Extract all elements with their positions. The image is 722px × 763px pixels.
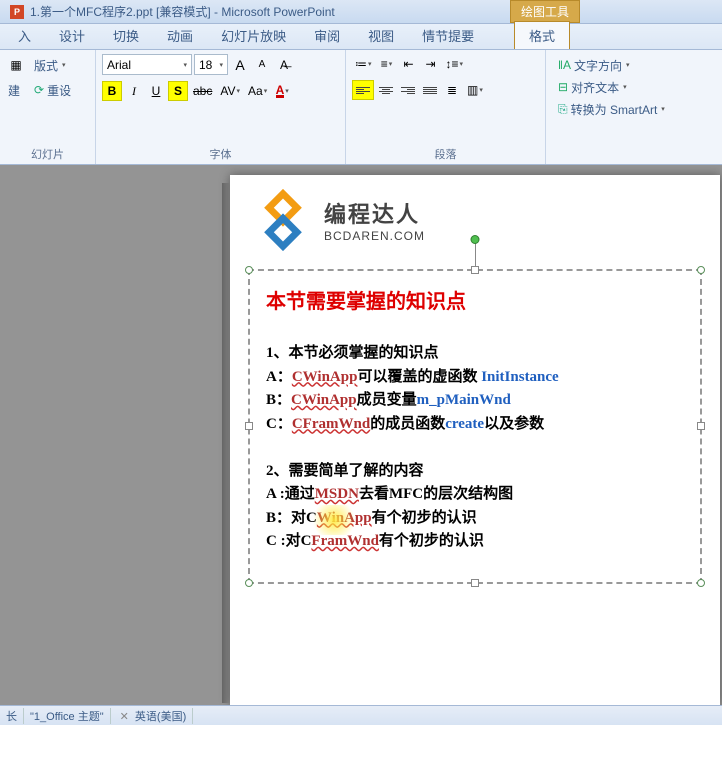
grow-font-button[interactable]: A [230, 55, 250, 75]
group-slides: ▦ 版式▾ 建 ⟳重设 幻灯片 [0, 50, 96, 164]
group-font: Arial▾ 18▾ A A A̶ B I U S abc AV▾ Aa▾ A▾… [96, 50, 346, 164]
slide-title: 本节需要掌握的知识点 [266, 285, 684, 314]
tab-review[interactable]: 审阅 [300, 22, 354, 49]
status-bar: 长 "1_Office 主题" ✕ 英语(美国) [0, 705, 722, 725]
chevron-down-icon: ▾ [219, 61, 223, 69]
build-button[interactable]: 建 [6, 79, 26, 101]
status-language[interactable]: ✕ 英语(美国) [111, 708, 194, 724]
font-name-select[interactable]: Arial▾ [102, 54, 192, 75]
text-direction-button[interactable]: ‖A文字方向▾ [552, 54, 636, 76]
bullets-button[interactable]: ≔▾ [352, 54, 375, 74]
numbering-button[interactable]: ≡▾ [377, 54, 397, 74]
columns-button[interactable]: ▥▾ [464, 80, 486, 100]
ribbon-tabs: 入 设计 切换 动画 幻灯片放映 审阅 视图 情节提要 格式 [0, 24, 722, 50]
chevron-down-icon: ▾ [264, 87, 268, 95]
tab-format[interactable]: 格式 [514, 21, 570, 49]
group-text-layout: ‖A文字方向▾ ⊟对齐文本▾ ⎘转换为 SmartArt▾ [546, 50, 716, 164]
status-left: 长 [0, 708, 24, 724]
align-left-button[interactable] [352, 80, 374, 100]
textbox-selected[interactable]: 本节需要掌握的知识点 1、本节必须掌握的知识点 A：CWinApp可以覆盖的虚函… [248, 269, 702, 584]
rotate-handle[interactable] [471, 235, 480, 244]
new-slide-icon[interactable]: ▦ [6, 55, 26, 75]
chevron-down-icon: ▾ [460, 60, 464, 68]
smartart-button[interactable]: ⎘转换为 SmartArt▾ [552, 98, 671, 120]
resize-handle-n[interactable] [471, 266, 479, 274]
chevron-down-icon: ▾ [183, 61, 187, 69]
align-text-button[interactable]: ⊟对齐文本▾ [552, 76, 633, 98]
slide-canvas[interactable]: 编程达人 BCDAREN.COM 本节需要掌握的知识点 1、本节必须掌握的知识点… [0, 165, 722, 725]
drawing-tools-tab-header: 绘图工具 [510, 0, 580, 23]
chevron-down-icon: ▾ [661, 105, 665, 113]
logo-text-en: BCDAREN.COM [324, 229, 425, 243]
font-color-button[interactable]: A▾ [272, 81, 292, 101]
shrink-font-button[interactable]: A [252, 55, 272, 75]
chevron-down-icon: ▾ [285, 87, 289, 95]
font-size-select[interactable]: 18▾ [194, 54, 228, 75]
align-center-button[interactable] [376, 80, 396, 100]
tab-transition[interactable]: 切换 [99, 22, 153, 49]
logo-text-cn: 编程达人 [324, 197, 425, 229]
strike-button[interactable]: abc [190, 81, 215, 101]
resize-handle-nw[interactable] [245, 266, 253, 274]
chevron-down-icon: ▾ [626, 61, 630, 69]
chevron-down-icon: ▾ [623, 83, 627, 91]
titlebar: P 1.第一个MFC程序2.ppt [兼容模式] - Microsoft Pow… [0, 0, 722, 24]
group-paragraph: ≔▾ ≡▾ ⇤ ⇥ ↕≡▾ ≣ ▥▾ 段落 [346, 50, 546, 164]
align-right-button[interactable] [398, 80, 418, 100]
chevron-down-icon: ▾ [368, 60, 372, 68]
tab-story[interactable]: 情节提要 [408, 22, 488, 49]
group-label-font: 字体 [102, 146, 339, 164]
line-spacing-button[interactable]: ↕≡▾ [443, 54, 467, 74]
tab-design[interactable]: 设计 [45, 22, 99, 49]
resize-handle-sw[interactable] [245, 579, 253, 587]
shadow-button[interactable]: S [168, 81, 188, 101]
italic-button[interactable]: I [124, 81, 144, 101]
tab-animation[interactable]: 动画 [153, 22, 207, 49]
chevron-down-icon: ▾ [62, 61, 66, 69]
chevron-down-icon: ▾ [479, 86, 483, 94]
char-spacing-button[interactable]: AV▾ [217, 81, 243, 101]
reset-button[interactable]: ⟳重设 [28, 79, 77, 101]
resize-handle-e[interactable] [697, 422, 705, 430]
layout-button[interactable]: 版式▾ [28, 54, 72, 76]
tab-insert[interactable]: 入 [4, 22, 45, 49]
change-case-button[interactable]: Aa▾ [245, 81, 270, 101]
group-label-paragraph: 段落 [352, 146, 539, 164]
close-icon[interactable]: ✕ [117, 711, 132, 723]
slide-content: 1、本节必须掌握的知识点 A：CWinApp可以覆盖的虚函数 InitInsta… [266, 342, 684, 553]
underline-button[interactable]: U [146, 81, 166, 101]
status-section[interactable]: "1_Office 主题" [24, 708, 111, 724]
distribute-button[interactable]: ≣ [442, 80, 462, 100]
logo-icon [252, 189, 314, 251]
align-justify-button[interactable] [420, 80, 440, 100]
group-label-slides: 幻灯片 [6, 146, 89, 164]
clear-format-button[interactable]: A̶ [274, 55, 294, 75]
window-title: 1.第一个MFC程序2.ppt [兼容模式] - Microsoft Power… [30, 3, 335, 20]
ribbon: ▦ 版式▾ 建 ⟳重设 幻灯片 Arial▾ 18▾ A A A̶ B I U [0, 50, 722, 165]
bold-button[interactable]: B [102, 81, 122, 101]
resize-handle-ne[interactable] [697, 266, 705, 274]
resize-handle-w[interactable] [245, 422, 253, 430]
tab-slideshow[interactable]: 幻灯片放映 [207, 22, 300, 49]
powerpoint-icon: P [10, 5, 24, 19]
increase-indent-button[interactable]: ⇥ [421, 54, 441, 74]
chevron-down-icon: ▾ [236, 87, 240, 95]
resize-handle-s[interactable] [471, 579, 479, 587]
slide[interactable]: 编程达人 BCDAREN.COM 本节需要掌握的知识点 1、本节必须掌握的知识点… [230, 175, 720, 705]
chevron-down-icon: ▾ [389, 60, 393, 68]
tab-view[interactable]: 视图 [354, 22, 408, 49]
resize-handle-se[interactable] [697, 579, 705, 587]
decrease-indent-button[interactable]: ⇤ [399, 54, 419, 74]
